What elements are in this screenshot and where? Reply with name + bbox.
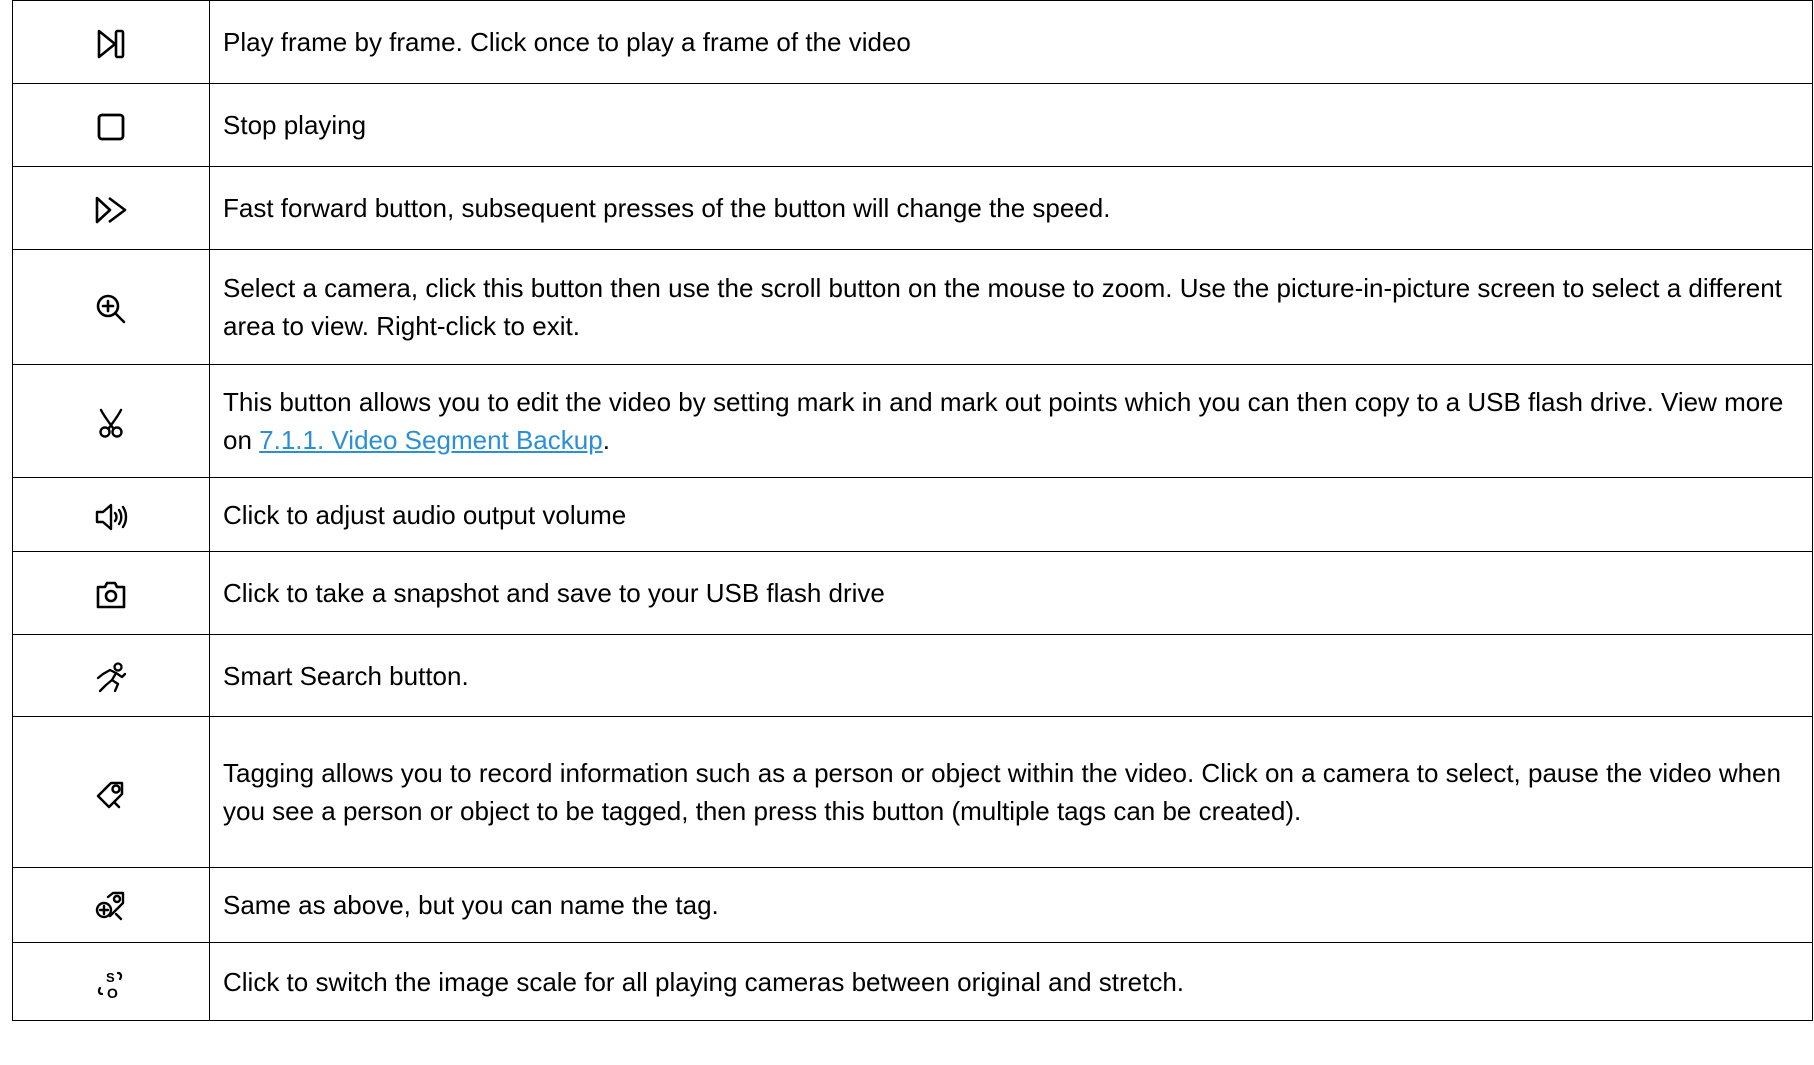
video-segment-backup-link[interactable]: 7.1.1. Video Segment Backup [259, 425, 603, 455]
fast-forward-icon[interactable] [94, 193, 128, 227]
table-row: Fast forward button, subsequent presses … [12, 166, 1813, 250]
description-text-end: . [602, 425, 610, 455]
table-row: Same as above, but you can name the tag. [12, 867, 1813, 943]
table-cell-description: Click to take a snapshot and save to you… [209, 551, 1813, 635]
table-row: This button allows you to edit the video… [12, 364, 1813, 478]
icon-cell [12, 716, 210, 868]
page: Play frame by frame. Click once to play … [0, 0, 1814, 1065]
icon-cell [12, 551, 210, 635]
scissors-icon[interactable] [94, 406, 128, 440]
table-cell-description: Smart Search button. [209, 634, 1813, 717]
table-cell-description: Play frame by frame. Click once to play … [209, 0, 1813, 84]
camera-icon[interactable] [94, 578, 128, 612]
table-row: Play frame by frame. Click once to play … [12, 0, 1813, 84]
icon-cell [12, 166, 210, 250]
table-cell-description: Select a camera, click this button then … [209, 249, 1813, 365]
table-cell-description: This button allows you to edit the video… [209, 364, 1813, 478]
frame-step-icon[interactable] [94, 27, 128, 61]
icon-cell: S O [12, 942, 210, 1021]
table-row: Click to take a snapshot and save to you… [12, 551, 1813, 635]
icon-cell [12, 867, 210, 943]
icon-cell [12, 83, 210, 167]
table-cell-description: Click to switch the image scale for all … [209, 942, 1813, 1021]
zoom-in-icon[interactable] [94, 292, 128, 326]
table-row: Smart Search button. [12, 634, 1813, 717]
table-cell-description: Tagging allows you to record information… [209, 716, 1813, 868]
table-row: Select a camera, click this button then … [12, 249, 1813, 365]
icon-cell [12, 249, 210, 365]
table-row: S O Click to switch the image scale for … [12, 942, 1813, 1021]
icon-cell [12, 634, 210, 717]
table-row: Tagging allows you to record information… [12, 716, 1813, 868]
svg-text:O: O [107, 985, 118, 1001]
icon-cell [12, 0, 210, 84]
stop-icon[interactable] [94, 110, 128, 144]
table-cell-description: Stop playing [209, 83, 1813, 167]
table-row: Click to adjust audio output volume [12, 477, 1813, 552]
button-reference-table: Play frame by frame. Click once to play … [12, 0, 1813, 1021]
scale-switch-icon[interactable]: S O [94, 967, 128, 1001]
icon-cell [12, 364, 210, 478]
table-row: Stop playing [12, 83, 1813, 167]
speaker-icon[interactable] [94, 500, 128, 534]
running-person-icon[interactable] [94, 661, 128, 695]
table-cell-description: Fast forward button, subsequent presses … [209, 166, 1813, 250]
tag-icon[interactable] [94, 777, 128, 811]
svg-text:S: S [106, 970, 115, 985]
table-cell-description: Same as above, but you can name the tag. [209, 867, 1813, 943]
tag-add-icon[interactable] [94, 890, 128, 924]
table-cell-description: Click to adjust audio output volume [209, 477, 1813, 552]
icon-cell [12, 477, 210, 552]
